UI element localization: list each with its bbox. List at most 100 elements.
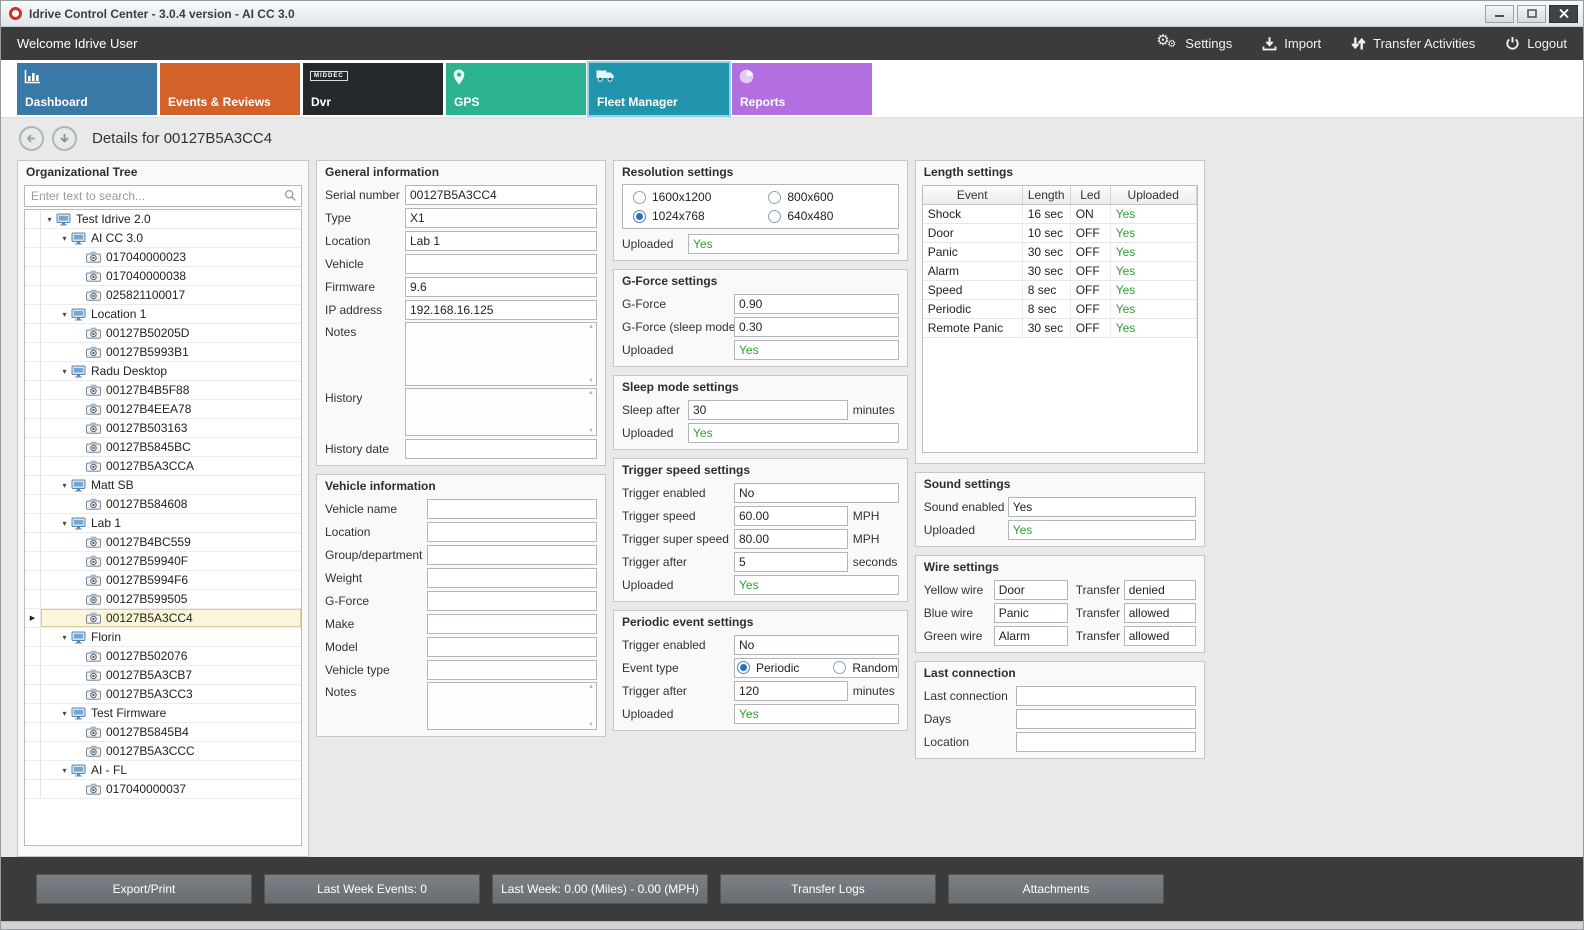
field-input[interactable]: Panic [994,603,1068,623]
length-row-door[interactable]: Door10 secOFFYes [923,224,1197,243]
expander-icon[interactable]: ▾ [43,210,56,228]
field-input[interactable]: 00127B5A3CC4 [405,185,597,205]
expander-icon[interactable]: ▾ [58,362,71,380]
tree-item-test-firmware[interactable]: ▾Test Firmware [25,704,301,723]
search-icon[interactable] [284,189,297,207]
tab-dashboard[interactable]: Dashboard [17,63,157,115]
export-print-button[interactable]: Export/Print [36,874,252,904]
transfer-logs-button[interactable]: Transfer Logs [720,874,936,904]
tab-events-reviews[interactable]: Events & Reviews [160,63,300,115]
field-input[interactable] [427,545,597,565]
tree-item-017040000037[interactable]: 017040000037 [25,780,301,799]
expander-icon[interactable]: ▾ [58,514,71,532]
field-input[interactable]: 0.30 [734,317,899,337]
topbar-settings-button[interactable]: ⚙⚙Settings [1156,35,1232,52]
tree-item-00127b5845bc[interactable]: 00127B5845BC [25,438,301,457]
field-input[interactable] [405,254,597,274]
tree-item-00127b50205d[interactable]: 00127B50205D [25,324,301,343]
tree-item-00127b59940f[interactable]: 00127B59940F [25,552,301,571]
field-input[interactable]: Lab 1 [405,231,597,251]
expander-icon[interactable]: ▾ [58,476,71,494]
tree-item-00127b502076[interactable]: 00127B502076 [25,647,301,666]
last-week-summary-button[interactable]: Last Week: 0.00 (Miles) - 0.00 (MPH) [492,874,708,904]
radio-option-periodic[interactable]: Periodic [737,661,799,675]
length-column-header-length[interactable]: Length [1023,186,1071,204]
tree-item-00127b5a3ccc[interactable]: 00127B5A3CCC [25,742,301,761]
field-input[interactable] [427,637,597,657]
field-input[interactable] [1016,686,1196,706]
tree-item-00127b5845b4[interactable]: 00127B5845B4 [25,723,301,742]
tree-item-test-idrive-2-0[interactable]: ▾Test Idrive 2.0 [25,210,301,229]
field-input-secondary[interactable]: denied [1124,580,1196,600]
field-input[interactable]: 80.00 [734,529,848,549]
topbar-transfer-button[interactable]: Transfer Activities [1351,36,1475,51]
length-row-alarm[interactable]: Alarm30 secOFFYes [923,262,1197,281]
tree-item-00127b5a3cc3[interactable]: 00127B5A3CC3 [25,685,301,704]
tree-item-025821100017[interactable]: 025821100017 [25,286,301,305]
field-input[interactable]: No [734,635,899,655]
field-input-secondary[interactable]: allowed [1124,626,1196,646]
tree-item-location-1[interactable]: ▾Location 1 [25,305,301,324]
tree-item-00127b5a3cca[interactable]: 00127B5A3CCA [25,457,301,476]
field-input[interactable] [427,660,597,680]
field-input[interactable]: 192.168.16.125 [405,300,597,320]
field-input[interactable]: No [734,483,899,503]
tree-item-00127b584608[interactable]: 00127B584608 [25,495,301,514]
field-input[interactable] [427,522,597,542]
radio-option-1024x768[interactable]: 1024x768 [625,209,760,223]
expander-icon[interactable]: ▾ [58,305,71,323]
field-input[interactable] [1016,709,1196,729]
tree-item-00127b5a3cb7[interactable]: 00127B5A3CB7 [25,666,301,685]
length-row-speed[interactable]: Speed8 secOFFYes [923,281,1197,300]
length-column-header-event[interactable]: Event [923,186,1023,204]
field-input[interactable]: Yes [1008,497,1196,517]
tree-item-00127b4b5f88[interactable]: 00127B4B5F88 [25,381,301,400]
field-input[interactable]: 60.00 [734,506,848,526]
field-input[interactable]: Alarm [994,626,1068,646]
field-input[interactable]: X1 [405,208,597,228]
length-row-panic[interactable]: Panic30 secOFFYes [923,243,1197,262]
expander-icon[interactable]: ▾ [58,628,71,646]
tree-item-00127b5994f6[interactable]: 00127B5994F6 [25,571,301,590]
tree-item-ai-cc-3-0[interactable]: ▾AI CC 3.0 [25,229,301,248]
length-row-periodic[interactable]: Periodic8 secOFFYes [923,300,1197,319]
download-button[interactable] [52,126,77,151]
tree-item-00127b5a3cc4[interactable]: ▶00127B5A3CC4 [25,609,301,628]
topbar-logout-button[interactable]: Logout [1505,36,1567,51]
tree-item-matt-sb[interactable]: ▾Matt SB [25,476,301,495]
radio-option-640x480[interactable]: 640x480 [760,209,895,223]
length-column-header-uploaded[interactable]: Uploaded [1111,186,1197,204]
radio-option-random[interactable]: Random [833,661,897,675]
back-button[interactable] [19,126,44,151]
field-input[interactable] [427,591,597,611]
field-input[interactable] [427,499,597,519]
search-input[interactable] [24,185,302,207]
field-input[interactable]: 0.90 [734,294,899,314]
field-input[interactable]: 9.6 [405,277,597,297]
expander-icon[interactable]: ▾ [58,229,71,247]
tree-item-00127b5993b1[interactable]: 00127B5993B1 [25,343,301,362]
field-input[interactable] [427,614,597,634]
field-input[interactable] [405,439,597,459]
maximize-button[interactable] [1517,5,1546,23]
tree-item-lab-1[interactable]: ▾Lab 1 [25,514,301,533]
field-input[interactable] [1016,732,1196,752]
tree-item-00127b599505[interactable]: 00127B599505 [25,590,301,609]
length-row-remote-panic[interactable]: Remote Panic30 secOFFYes [923,319,1197,338]
tab-reports[interactable]: Reports [732,63,872,115]
length-row-shock[interactable]: Shock16 secONYes [923,205,1197,224]
field-input[interactable]: 120 [734,681,848,701]
tree-item-017040000038[interactable]: 017040000038 [25,267,301,286]
attachments-button[interactable]: Attachments [948,874,1164,904]
tree-item-017040000023[interactable]: 017040000023 [25,248,301,267]
expander-icon[interactable]: ▾ [58,761,71,779]
field-input[interactable]: 30 [688,400,848,420]
field-input[interactable]: 5 [734,552,848,572]
field-input-secondary[interactable]: allowed [1124,603,1196,623]
field-input[interactable]: Door [994,580,1068,600]
field-memo-input[interactable] [427,682,597,730]
last-week-events-button[interactable]: Last Week Events: 0 [264,874,480,904]
field-memo-input[interactable] [405,388,597,436]
minimize-button[interactable] [1485,5,1514,23]
tree-item-00127b503163[interactable]: 00127B503163 [25,419,301,438]
